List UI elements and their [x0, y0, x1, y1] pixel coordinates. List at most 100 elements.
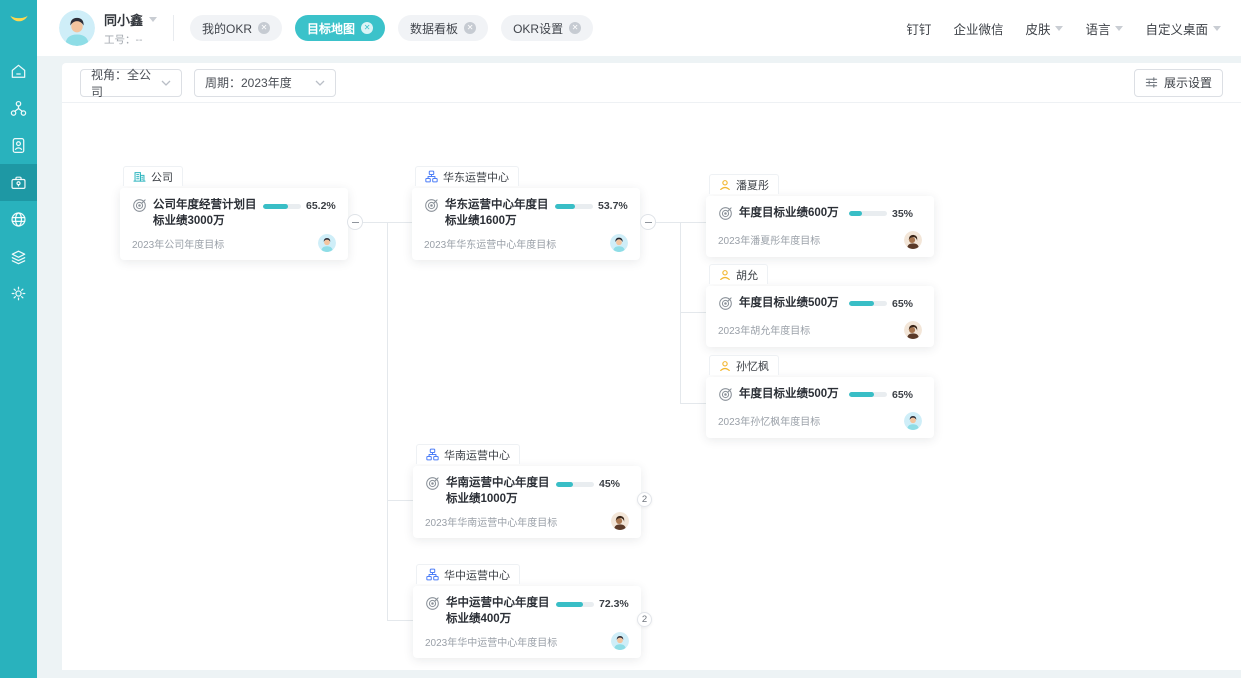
node-group-label[interactable]: 华东运营中心: [415, 166, 519, 186]
user-avatar: [59, 10, 95, 46]
menu-language[interactable]: 语言: [1085, 19, 1123, 38]
sidebar-item-home[interactable]: [0, 53, 37, 90]
app-logo[interactable]: [0, 0, 37, 37]
node-group-label[interactable]: 孙忆枫: [709, 355, 779, 375]
sidebar-item-layers[interactable]: [0, 238, 37, 275]
okr-card[interactable]: 年度目标业绩500万 65% 2023年孙忆枫年度目标: [706, 377, 934, 438]
progress-value: 65%: [892, 298, 922, 310]
tab-okr-settings[interactable]: OKR设置: [501, 15, 593, 41]
objective-icon: [718, 206, 733, 226]
sidebar-item-workbench[interactable]: [0, 164, 37, 201]
node-group-label[interactable]: 华南运营中心: [416, 444, 520, 464]
assignee-avatar[interactable]: [904, 412, 922, 430]
collapse-button[interactable]: [347, 214, 363, 230]
close-icon[interactable]: [569, 22, 581, 34]
department-icon: [425, 170, 438, 183]
tab-label: OKR设置: [513, 20, 563, 37]
company-icon: [133, 170, 146, 183]
okr-card[interactable]: 年度目标业绩500万 65% 2023年胡允年度目标: [706, 286, 934, 347]
display-settings-label: 展示设置: [1164, 74, 1212, 91]
sidebar-item-org[interactable]: [0, 90, 37, 127]
okr-node-person-3: 孙忆枫 年度目标业绩500万 65%: [706, 355, 934, 438]
progress-bar: [849, 301, 887, 306]
tab-label: 目标地图: [307, 20, 355, 37]
node-group-label[interactable]: 胡允: [709, 264, 768, 284]
objective-icon: [718, 296, 733, 316]
child-count-badge[interactable]: 2: [637, 612, 652, 627]
department-icon: [426, 568, 439, 581]
objective-title: 年度目标业绩500万: [739, 386, 843, 402]
node-group-name: 华南运营中心: [444, 447, 510, 463]
progress-indicator: 72.3%: [556, 598, 629, 610]
tab-goal-map[interactable]: 目标地图: [295, 15, 385, 41]
close-icon[interactable]: [258, 22, 270, 34]
okr-node-company: 公司 公司年度经营计划目标业绩3000万: [120, 166, 348, 260]
okr-card[interactable]: 年度目标业绩600万 35% 2023年潘夏彤年度目标: [706, 196, 934, 257]
connector-line: [680, 222, 706, 223]
sidebar-item-settings[interactable]: [0, 275, 37, 312]
smile-logo-icon: [5, 5, 33, 33]
view-filter-select[interactable]: 视角：全公司: [80, 69, 182, 97]
collapse-button[interactable]: [640, 214, 656, 230]
menu-custom-desktop[interactable]: 自定义桌面: [1145, 19, 1221, 38]
node-group-label[interactable]: 公司: [123, 166, 183, 186]
objective-icon: [425, 596, 440, 616]
objective-icon: [718, 387, 733, 407]
progress-indicator: 65.2%: [263, 200, 336, 212]
assignee-avatar[interactable]: [318, 234, 336, 252]
progress-bar: [849, 392, 887, 397]
user-menu[interactable]: 同小鑫 工号：--: [59, 10, 157, 47]
sidebar-item-globe[interactable]: [0, 201, 37, 238]
goal-map-canvas[interactable]: 公司 公司年度经营计划目标业绩3000万: [62, 103, 1241, 670]
objective-subtitle: 2023年华中运营中心年度目标: [425, 634, 557, 649]
okr-node-person-2: 胡允 年度目标业绩500万 65%: [706, 264, 934, 347]
assignee-avatar[interactable]: [904, 321, 922, 339]
assignee-avatar[interactable]: [904, 231, 922, 249]
child-count-badge[interactable]: 2: [637, 492, 652, 507]
layers-icon: [9, 247, 28, 266]
menu-dingtalk[interactable]: 钉钉: [906, 19, 931, 38]
okr-card[interactable]: 华中运营中心年度目标业绩400万 72.3% 2023年华中运营中心年度目标: [413, 586, 641, 658]
assignee-avatar[interactable]: [610, 234, 628, 252]
objective-title: 年度目标业绩600万: [739, 205, 843, 221]
period-filter-select[interactable]: 周期：2023年度: [194, 69, 336, 97]
node-group-label[interactable]: 潘夏彤: [709, 174, 779, 194]
close-icon[interactable]: [361, 22, 373, 34]
tab-label: 数据看板: [410, 20, 458, 37]
progress-value: 65%: [892, 389, 922, 401]
employee-id: 工号：--: [104, 32, 157, 47]
chevron-down-icon: [315, 80, 325, 86]
filter-toolbar: 视角：全公司 周期：2023年度 展示设置: [62, 63, 1241, 103]
sidebar-item-profile[interactable]: [0, 127, 37, 164]
okr-node-person-1: 潘夏彤 年度目标业绩600万 35%: [706, 174, 934, 257]
app-root: 同小鑫 工号：-- 我的OKR 目标地图 数据看板: [0, 0, 1241, 678]
main-column: 同小鑫 工号：-- 我的OKR 目标地图 数据看板: [37, 0, 1241, 678]
tab-label: 我的OKR: [202, 20, 252, 37]
connector-line: [680, 312, 706, 313]
objective-subtitle: 2023年潘夏彤年度目标: [718, 232, 820, 247]
person-icon: [719, 360, 731, 372]
sidebar: [0, 0, 37, 678]
progress-value: 35%: [892, 208, 922, 220]
objective-subtitle: 2023年胡允年度目标: [718, 322, 810, 337]
node-group-name: 潘夏彤: [736, 177, 769, 193]
tab-my-okr[interactable]: 我的OKR: [190, 15, 282, 41]
progress-bar: [555, 204, 593, 209]
menu-skin[interactable]: 皮肤: [1025, 19, 1063, 38]
okr-card[interactable]: 公司年度经营计划目标业绩3000万 65.2% 2023年公司年度目标: [120, 188, 348, 260]
node-group-name: 华中运营中心: [444, 567, 510, 583]
okr-node-east-center: 华东运营中心 华东运营中心年度目标业绩1600万: [412, 166, 640, 260]
progress-indicator: 53.7%: [555, 200, 628, 212]
close-icon[interactable]: [464, 22, 476, 34]
user-name: 同小鑫: [104, 10, 143, 29]
display-settings-button[interactable]: 展示设置: [1134, 69, 1223, 97]
objective-title: 年度目标业绩500万: [739, 295, 843, 311]
assignee-avatar[interactable]: [611, 632, 629, 650]
tab-dashboard[interactable]: 数据看板: [398, 15, 488, 41]
menu-wecom[interactable]: 企业微信: [953, 19, 1003, 38]
okr-card[interactable]: 华东运营中心年度目标业绩1600万 53.7% 2023年华东运营中心年度目标: [412, 188, 640, 260]
okr-card[interactable]: 华南运营中心年度目标业绩1000万 45% 2023年华南运营中心年度目标: [413, 466, 641, 538]
node-group-label[interactable]: 华中运营中心: [416, 564, 520, 584]
objective-subtitle: 2023年华东运营中心年度目标: [424, 236, 556, 251]
assignee-avatar[interactable]: [611, 512, 629, 530]
